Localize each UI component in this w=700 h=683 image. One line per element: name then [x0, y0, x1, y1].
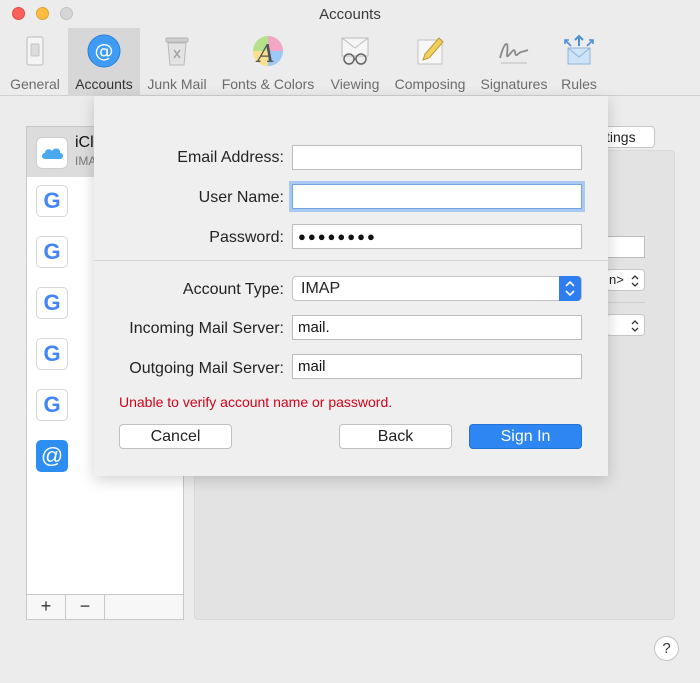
incoming-server-label: Incoming Mail Server: — [129, 320, 284, 337]
google-icon: G — [36, 389, 68, 421]
sign-in-button[interactable]: Sign In — [469, 424, 582, 449]
email-address-field[interactable] — [292, 145, 582, 170]
help-button[interactable]: ? — [654, 636, 679, 661]
tab-accounts-label: Accounts — [75, 76, 133, 92]
svg-text:A: A — [255, 40, 274, 68]
password-field[interactable]: ●●●●●●●● — [292, 224, 582, 249]
add-account-sheet: Email Address: User Name: Password: ●●●●… — [94, 96, 608, 476]
background-popup-value: n> — [609, 272, 624, 287]
icloud-icon — [36, 137, 68, 169]
up-down-arrows-icon — [631, 275, 639, 287]
tab-general[interactable]: General — [2, 28, 68, 96]
at-sign-icon: @ — [36, 440, 68, 472]
user-name-field[interactable] — [292, 184, 582, 209]
pencil-paper-icon — [417, 37, 444, 65]
tab-fonts-colors[interactable]: A Fonts & Colors — [214, 28, 322, 96]
up-down-arrows-icon — [565, 280, 575, 297]
outgoing-server-label: Outgoing Mail Server: — [129, 360, 284, 377]
divider — [606, 302, 645, 303]
password-label: Password: — [209, 229, 284, 246]
tab-general-label: General — [10, 76, 60, 92]
rules-envelope-arrows-icon — [564, 34, 594, 65]
add-account-button[interactable]: + — [27, 595, 66, 619]
google-icon: G — [36, 287, 68, 319]
up-down-arrows-icon — [631, 320, 639, 332]
google-icon: G — [36, 185, 68, 217]
tab-junk-mail[interactable]: Junk Mail — [142, 28, 212, 96]
tab-viewing-label: Viewing — [330, 76, 380, 92]
cancel-button[interactable]: Cancel — [119, 424, 232, 449]
title-bar: Accounts — [0, 0, 700, 28]
switch-icon — [26, 36, 44, 66]
tab-rules[interactable]: Rules — [556, 28, 602, 96]
outgoing-server-field[interactable] — [292, 354, 582, 379]
tab-junk-mail-label: Junk Mail — [147, 76, 207, 92]
error-message: Unable to verify account name or passwor… — [119, 394, 393, 410]
google-icon: G — [36, 338, 68, 370]
tab-composing[interactable]: Composing — [388, 28, 472, 96]
tab-signatures[interactable]: Signatures — [474, 28, 554, 96]
accounts-list-footer: + − — [27, 594, 183, 619]
incoming-server-field[interactable] — [292, 315, 582, 340]
tab-composing-label: Composing — [394, 76, 466, 92]
back-button[interactable]: Back — [339, 424, 452, 449]
at-sign-icon: @ — [87, 34, 121, 68]
tab-rules-label: Rules — [561, 76, 597, 92]
google-icon: G — [36, 236, 68, 268]
user-name-label: User Name: — [198, 189, 284, 206]
email-address-label: Email Address: — [177, 149, 284, 166]
signature-icon — [499, 43, 529, 64]
trash-can-icon — [165, 37, 189, 66]
popup-arrows — [559, 276, 581, 301]
svg-text:@: @ — [95, 40, 114, 62]
background-text-field[interactable] — [606, 236, 645, 258]
glasses-envelope-icon — [341, 37, 369, 65]
account-type-popup[interactable]: IMAP — [292, 276, 582, 301]
window-title: Accounts — [319, 6, 381, 23]
account-name: iCl — [75, 134, 94, 151]
tab-signatures-label: Signatures — [480, 76, 548, 92]
account-type-label: Account Type: — [182, 281, 284, 298]
tab-accounts[interactable]: @ Accounts — [68, 28, 140, 96]
divider — [94, 260, 608, 261]
background-popup[interactable] — [606, 314, 645, 336]
background-popup[interactable]: n> — [606, 269, 645, 291]
preferences-toolbar: General @ Accounts Junk Mail A Fonts & C… — [0, 28, 700, 96]
remove-account-button[interactable]: − — [66, 595, 105, 619]
account-type-value: IMAP — [301, 280, 341, 297]
tab-fonts-colors-label: Fonts & Colors — [221, 76, 315, 92]
mail-preferences-window: Accounts General @ Accounts Junk Mail A … — [0, 0, 700, 683]
color-wheel-font-icon: A — [253, 36, 283, 68]
tab-viewing[interactable]: Viewing — [324, 28, 386, 96]
